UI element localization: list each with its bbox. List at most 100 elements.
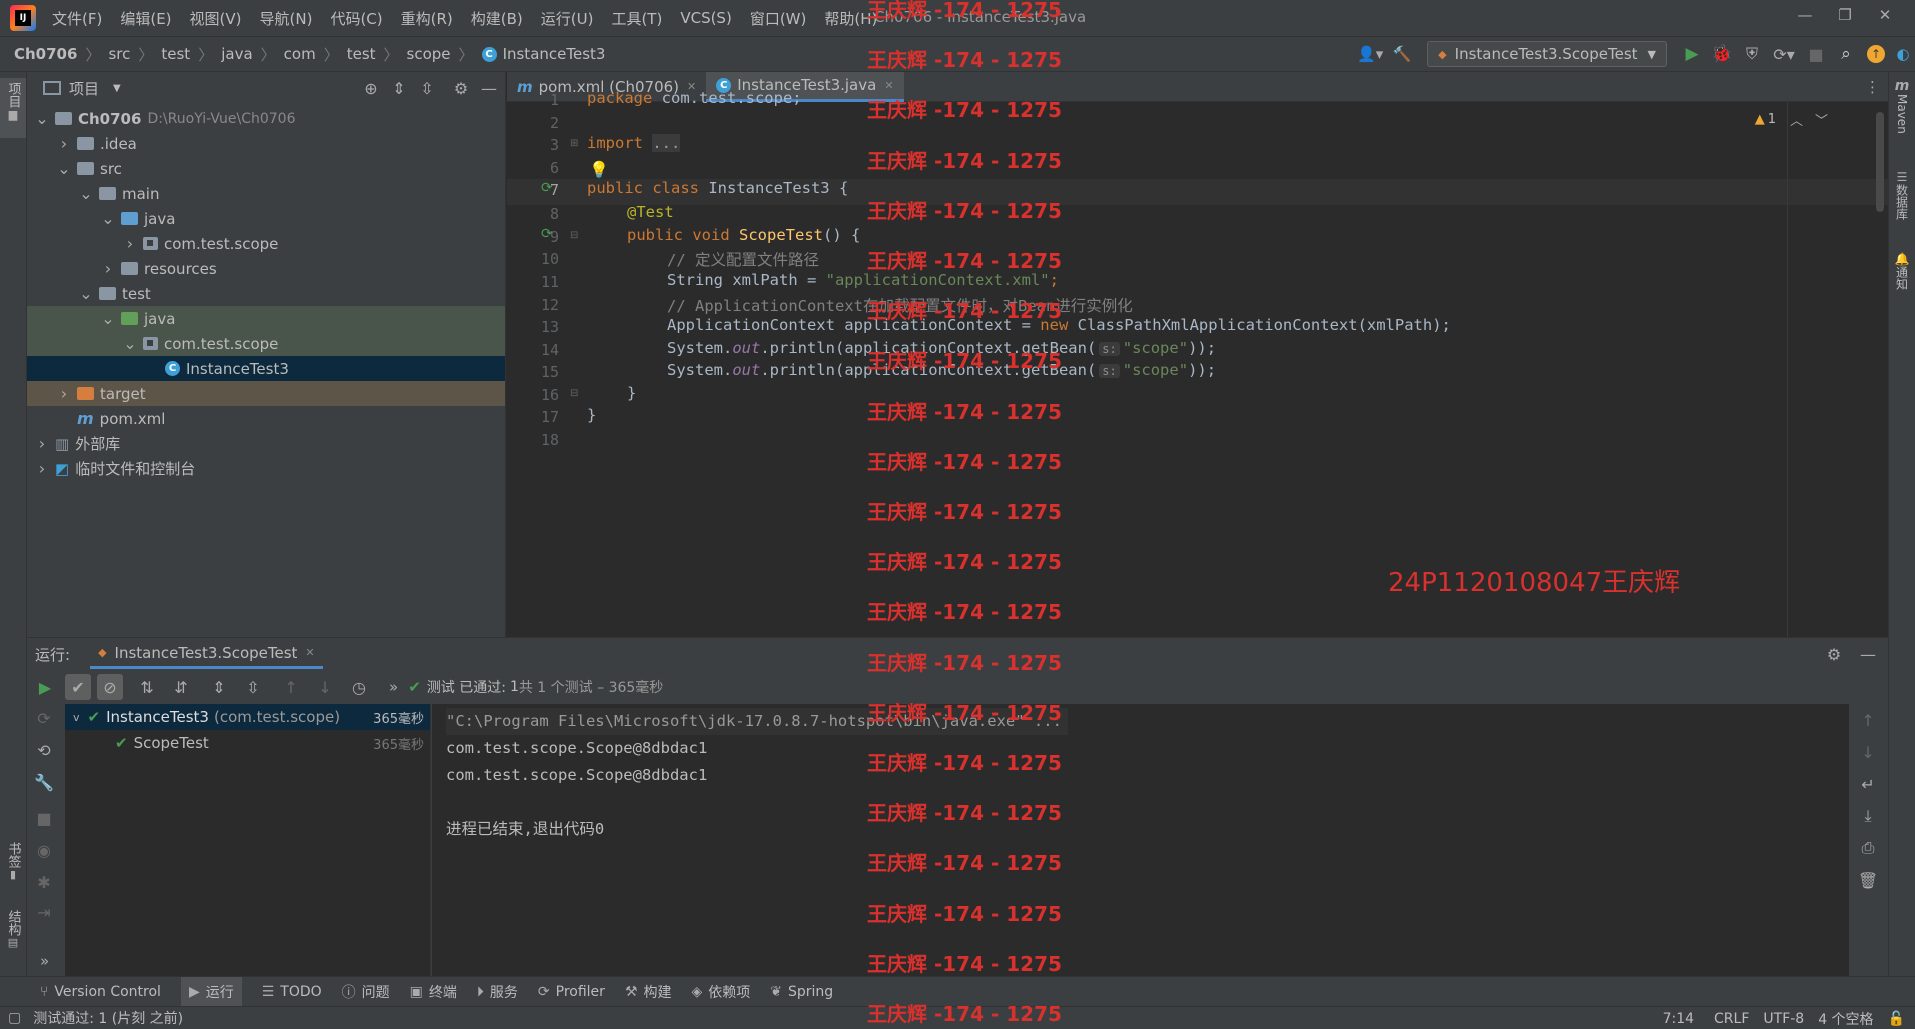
menu-item[interactable]: 导航(N)	[260, 8, 313, 29]
tree-item[interactable]: › resources	[27, 256, 505, 281]
tree-item[interactable]: › com.test.scope	[27, 231, 505, 256]
build-hammer-icon[interactable]: 🔨	[1387, 45, 1417, 63]
line-separator[interactable]: CRLF	[1714, 1011, 1749, 1027]
run-config-select[interactable]: ◆ InstanceTest3.ScopeTest ▼	[1427, 41, 1667, 67]
console-output[interactable]: "C:\Program Files\Microsoft\jdk-17.0.8.7…	[432, 704, 1887, 976]
tree-item[interactable]: › .idea	[27, 131, 505, 156]
trash-icon[interactable]: 🗑	[1858, 870, 1878, 890]
toggle-auto-test-icon[interactable]: ⟲	[34, 740, 54, 760]
plugin-icon[interactable]: ◐	[1891, 45, 1915, 63]
more-options-icon[interactable]: ⋮	[1865, 78, 1880, 96]
chevron-down-icon[interactable]: ⌄	[79, 284, 93, 303]
close-icon[interactable]: ✕	[1865, 6, 1905, 24]
tab-todo[interactable]: ☰ TODO	[262, 984, 322, 1000]
status-message[interactable]: 测试通过: 1 (片刻 之前)	[33, 1008, 183, 1028]
chevron-down-icon[interactable]: ⌄	[123, 334, 137, 353]
tree-item[interactable]: ⌄ java	[27, 306, 505, 331]
show-ignored-icon[interactable]: ⊘	[97, 674, 123, 700]
test-row-method[interactable]: ✔ ScopeTest 365毫秒	[65, 730, 430, 756]
chevron-up-icon[interactable]: ︿	[1790, 110, 1803, 129]
history-icon[interactable]: ◷	[349, 677, 369, 697]
caret-position[interactable]: 7:14	[1663, 1011, 1694, 1027]
more-icon[interactable]: »	[389, 678, 398, 696]
breadcrumb-item[interactable]: test	[347, 45, 376, 63]
stop-icon[interactable]: ■	[1801, 45, 1831, 64]
tab-run[interactable]: ▶ 运行	[180, 977, 242, 1006]
menu-item[interactable]: 构建(B)	[471, 8, 523, 29]
vcs-user-icon[interactable]: 👤▾	[1353, 45, 1387, 63]
prev-failed-icon[interactable]: ↑	[281, 677, 301, 697]
breadcrumb-item[interactable]: com	[284, 45, 316, 63]
run-tab[interactable]: ◆ InstanceTest3.ScopeTest ✕	[90, 639, 323, 669]
breadcrumb-item[interactable]: src	[108, 45, 130, 63]
menu-item[interactable]: 代码(C)	[330, 8, 382, 29]
lock-icon[interactable]: 🔓	[1888, 1011, 1905, 1027]
arrow-down-icon[interactable]: ↓	[1858, 742, 1878, 762]
close-icon[interactable]: ✕	[884, 79, 893, 92]
coverage-icon[interactable]: ⛨	[1737, 44, 1767, 64]
tab-profiler[interactable]: ⟳ Profiler	[538, 984, 605, 1000]
tree-item[interactable]: ⌄ test	[27, 281, 505, 306]
tree-item[interactable]: › target	[27, 381, 505, 406]
show-passed-icon[interactable]: ✔	[65, 674, 91, 700]
lightbulb-icon[interactable]: 💡	[589, 160, 609, 179]
chevron-down-icon[interactable]: ⌄	[79, 184, 93, 203]
exit-icon[interactable]: ⇥	[34, 902, 54, 922]
menu-item[interactable]: 窗口(W)	[750, 8, 807, 29]
breadcrumb-item[interactable]: java	[221, 45, 252, 63]
run-icon[interactable]: ▶	[1677, 44, 1707, 64]
inspection-widget[interactable]: ▲ 1 ︿ ﹀	[1755, 110, 1828, 129]
more-icon[interactable]: »	[40, 952, 49, 970]
debug-icon[interactable]: 🐞	[1707, 44, 1737, 64]
tab-problems[interactable]: ⓘ 问题	[342, 982, 390, 1002]
minimize-icon[interactable]: —	[1785, 6, 1825, 24]
soft-wrap-icon[interactable]: ↵	[1858, 774, 1878, 794]
tree-item[interactable]: ⌄ com.test.scope	[27, 331, 505, 356]
database-tool-button[interactable]: ☰ 数据库	[1889, 170, 1915, 220]
toggle-tests-icon[interactable]: ⟳	[34, 708, 54, 728]
tree-item[interactable]: › ▥ 外部库	[27, 431, 505, 456]
menu-item[interactable]: 编辑(E)	[120, 8, 171, 29]
expand-all-icon[interactable]: ⇕	[389, 78, 409, 98]
chevron-right-icon[interactable]: ›	[35, 459, 49, 478]
chevron-down-icon[interactable]: ▼	[113, 83, 121, 94]
tab-version-control[interactable]: ⑂ Version Control	[40, 984, 161, 1000]
gear-icon[interactable]: ⚙	[451, 78, 471, 98]
fold-icon[interactable]: ⊞	[570, 138, 578, 149]
bug-icon[interactable]: ✱	[34, 872, 54, 892]
menu-item[interactable]: 文件(F)	[52, 8, 102, 29]
chevron-down-icon[interactable]: ⌄	[101, 309, 115, 328]
project-view-label[interactable]: 项目	[69, 78, 99, 99]
menu-item[interactable]: 重构(R)	[401, 8, 453, 29]
search-icon[interactable]: ⌕	[1831, 44, 1861, 64]
expand-all-icon[interactable]: ⇕	[209, 677, 229, 697]
tree-item[interactable]: C InstanceTest3	[27, 356, 505, 381]
hide-panel-icon[interactable]: —	[1858, 644, 1878, 664]
locate-icon[interactable]: ⊕	[361, 78, 381, 98]
next-failed-icon[interactable]: ↓	[315, 677, 335, 697]
intellij-logo-icon[interactable]: IJ	[10, 5, 36, 31]
camera-icon[interactable]: ◉	[34, 840, 54, 860]
tab-dependencies[interactable]: ◈ 依赖项	[692, 982, 751, 1002]
rerun-icon[interactable]: ▶	[35, 677, 55, 697]
menu-item[interactable]: VCS(S)	[680, 9, 731, 27]
folded-imports[interactable]: ...	[652, 134, 681, 152]
scrollbar[interactable]	[1876, 112, 1884, 212]
tree-item[interactable]: ⌄ Ch0706 D:\RuoYi-Vue\Ch0706	[27, 106, 505, 131]
collapse-all-icon[interactable]: ⇳	[243, 677, 263, 697]
arrow-up-icon[interactable]: ↑	[1858, 710, 1878, 730]
breadcrumb-item[interactable]: scope	[407, 45, 451, 63]
hide-panel-icon[interactable]: —	[479, 78, 499, 98]
run-gutter-icon[interactable]: ⟳	[541, 180, 553, 196]
chevron-down-icon[interactable]: v	[73, 711, 80, 724]
file-encoding[interactable]: UTF-8	[1763, 1011, 1804, 1027]
collapse-all-icon[interactable]: ⇳	[417, 78, 437, 98]
breadcrumb-item[interactable]: Ch0706	[14, 45, 77, 63]
scroll-end-icon[interactable]: ⤓	[1858, 806, 1878, 826]
chevron-right-icon[interactable]: ›	[57, 134, 71, 153]
menu-item[interactable]: 工具(T)	[611, 8, 662, 29]
chevron-right-icon[interactable]: ›	[101, 259, 115, 278]
tree-item[interactable]: ⌄ src	[27, 156, 505, 181]
update-icon[interactable]: ↑	[1861, 45, 1891, 63]
status-panel-icon[interactable]: ▢	[8, 1010, 21, 1026]
